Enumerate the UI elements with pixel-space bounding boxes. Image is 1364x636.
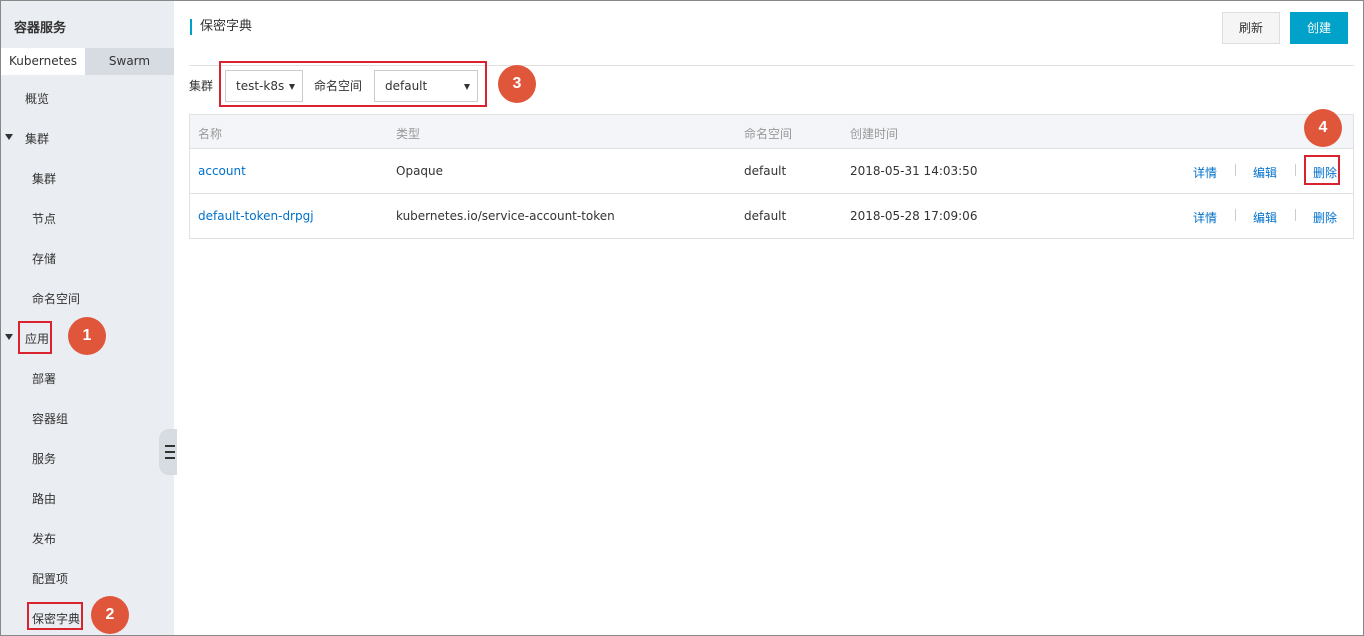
sidebar-item-overview[interactable]: 概览 xyxy=(25,90,49,107)
secrets-table: 名称 类型 命名空间 创建时间 account Opaque default 2… xyxy=(189,114,1354,239)
highlight-box-delete xyxy=(1304,155,1340,185)
edit-link[interactable]: 编辑 xyxy=(1253,209,1277,226)
secret-namespace: default xyxy=(744,209,787,223)
secret-namespace: default xyxy=(744,164,787,178)
highlight-box-filters xyxy=(219,61,487,107)
sidebar-group-cluster[interactable]: 集群 xyxy=(25,130,49,147)
sidebar-item-configmaps[interactable]: 配置项 xyxy=(32,570,68,587)
page-title: 保密字典 xyxy=(190,19,252,35)
action-separator xyxy=(1295,209,1296,221)
edit-link[interactable]: 编辑 xyxy=(1253,164,1277,181)
create-button[interactable]: 创建 xyxy=(1290,12,1348,44)
delete-link[interactable]: 删除 xyxy=(1313,209,1337,226)
sidebar-item-deployments[interactable]: 部署 xyxy=(32,370,56,387)
cluster-label: 集群 xyxy=(189,79,214,93)
sidebar-item-storage[interactable]: 存储 xyxy=(32,250,56,267)
column-header-created: 创建时间 xyxy=(850,127,899,141)
sidebar-item-pods[interactable]: 容器组 xyxy=(32,410,68,427)
details-link[interactable]: 详情 xyxy=(1193,164,1217,181)
refresh-button[interactable]: 刷新 xyxy=(1222,12,1280,44)
window-frame xyxy=(0,0,1364,636)
column-header-type: 类型 xyxy=(396,127,421,141)
tab-kubernetes[interactable]: Kubernetes xyxy=(1,48,85,75)
secret-type: Opaque xyxy=(396,164,444,178)
secret-created-time: 2018-05-28 17:09:06 xyxy=(850,209,978,223)
details-link[interactable]: 详情 xyxy=(1193,209,1217,226)
table-header: 名称 类型 命名空间 创建时间 xyxy=(190,115,1353,149)
tab-swarm[interactable]: Swarm xyxy=(85,48,174,75)
secret-name-link[interactable]: default-token-drpgj xyxy=(198,209,314,223)
table-row: default-token-drpgj kubernetes.io/servic… xyxy=(190,194,1353,239)
highlight-box-secrets xyxy=(27,602,83,630)
step-badge-3: 3 xyxy=(498,65,536,103)
sidebar-item-clusters[interactable]: 集群 xyxy=(32,170,56,187)
sidebar-item-releases[interactable]: 发布 xyxy=(32,530,56,547)
action-separator xyxy=(1295,164,1296,176)
sidebar-title: 容器服务 xyxy=(14,21,67,36)
secret-type: kubernetes.io/service-account-token xyxy=(396,209,615,223)
column-header-name: 名称 xyxy=(198,127,223,141)
action-separator xyxy=(1235,209,1236,221)
highlight-box-apps xyxy=(18,321,52,354)
step-badge-2: 2 xyxy=(91,596,129,634)
sidebar-item-ingress[interactable]: 路由 xyxy=(32,490,56,507)
sidebar-tabs: Kubernetes Swarm xyxy=(1,48,174,75)
step-badge-4: 4 xyxy=(1304,109,1342,147)
action-separator xyxy=(1235,164,1236,176)
sidebar-item-services[interactable]: 服务 xyxy=(32,450,56,467)
step-badge-1: 1 xyxy=(68,317,106,355)
sidebar-item-namespaces[interactable]: 命名空间 xyxy=(32,290,80,307)
secret-created-time: 2018-05-31 14:03:50 xyxy=(850,164,978,178)
table-row: account Opaque default 2018-05-31 14:03:… xyxy=(190,149,1353,194)
expand-triangle-icon[interactable] xyxy=(5,134,13,140)
sidebar-item-nodes[interactable]: 节点 xyxy=(32,210,56,227)
secret-name-link[interactable]: account xyxy=(198,164,246,178)
column-header-namespace: 命名空间 xyxy=(744,127,793,141)
expand-triangle-icon[interactable] xyxy=(5,334,13,340)
collapse-sidebar-icon[interactable] xyxy=(159,429,177,475)
